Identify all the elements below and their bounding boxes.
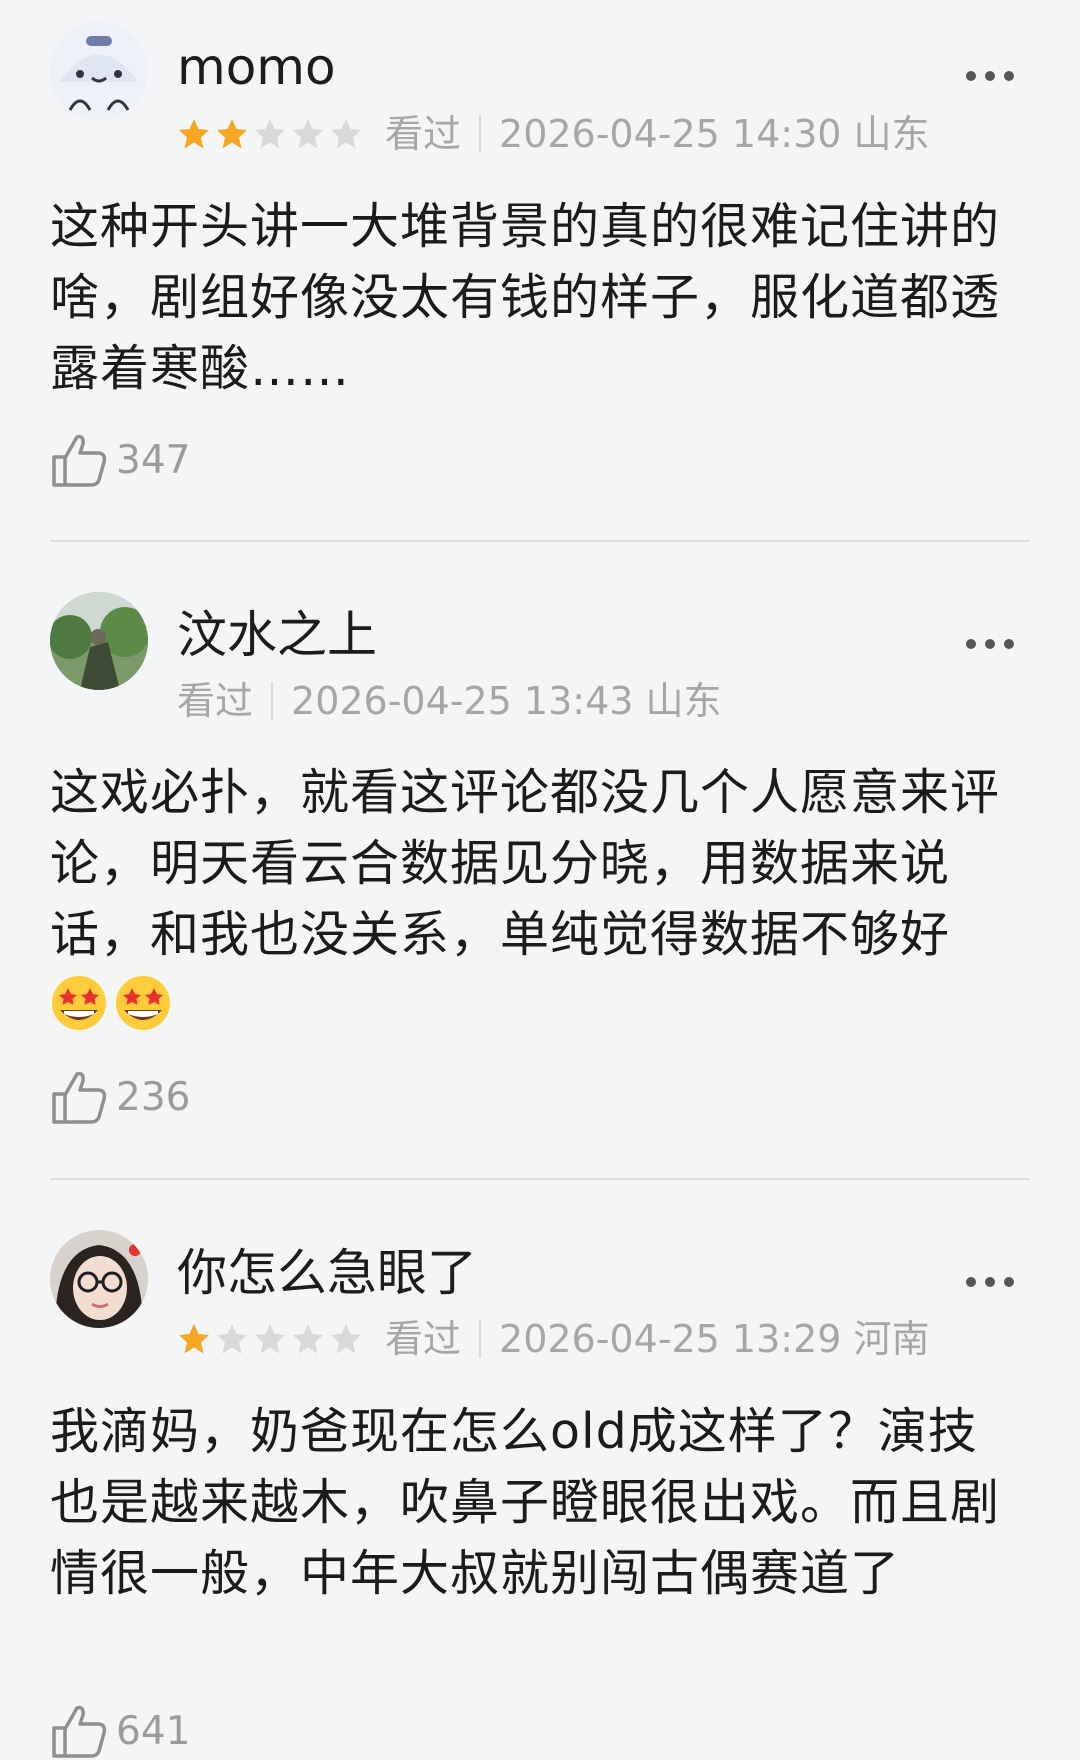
review-card: momo 看过 2026-04-25 14:30 山东 这种开头讲一大堆背景的真…	[0, 0, 1080, 540]
star-filled-icon	[217, 119, 247, 149]
review-card: 汶水之上 看过 2026-04-25 13:43 山东 这戏必扑，就看这评论都没…	[0, 542, 1080, 1178]
watch-status: 看过	[177, 679, 254, 723]
review-meta: 看过 2026-04-25 13:43 山东	[177, 682, 722, 720]
star-struck-emoji-icon	[52, 976, 106, 1030]
like-count: 236	[116, 1074, 191, 1120]
watch-status: 看过	[385, 1317, 462, 1361]
star-filled-icon	[179, 1324, 209, 1354]
star-empty-icon	[255, 119, 285, 149]
review-card: 你怎么急眼了 看过 2026-04-25 13:29 河南 我滴妈，奶爸现在怎么…	[0, 1180, 1080, 1758]
star-empty-icon	[255, 1324, 285, 1354]
review-datetime: 2026-04-25 13:43	[291, 679, 634, 723]
cartoon-face-avatar-icon	[50, 22, 148, 120]
star-rating	[177, 117, 363, 151]
review-meta: 看过 2026-04-25 13:29 河南	[177, 1320, 930, 1358]
star-empty-icon	[331, 119, 361, 149]
username[interactable]: 汶水之上	[177, 610, 377, 660]
review-datetime: 2026-04-25 14:30	[499, 112, 842, 156]
thumbs-up-icon	[52, 1071, 107, 1124]
review-text: 这戏必扑，就看这评论都没几个人愿意来评论，明天看云合数据见分晓，用数据来说话，和…	[50, 757, 1010, 1041]
review-meta: 看过 2026-04-25 14:30 山东	[177, 115, 930, 153]
username[interactable]: momo	[177, 42, 336, 92]
more-options-icon[interactable]	[966, 1276, 1014, 1288]
more-options-icon[interactable]	[966, 638, 1014, 650]
meta-divider	[479, 115, 482, 153]
avatar[interactable]	[50, 1230, 148, 1328]
like-button[interactable]: 641	[50, 1702, 190, 1760]
review-text: 这种开头讲一大堆背景的真的很难记住讲的啥，剧组好像没太有钱的样子，服化道都透露着…	[50, 198, 1001, 397]
username[interactable]: 你怎么急眼了	[177, 1248, 477, 1298]
review-text-content: 这戏必扑，就看这评论都没几个人愿意来评论，明天看云合数据见分晓，用数据来说话，和…	[50, 764, 1001, 963]
review-datetime: 2026-04-25 13:29	[499, 1317, 842, 1361]
avatar[interactable]	[50, 22, 148, 120]
girl-photo-avatar-icon	[50, 1230, 148, 1328]
like-count: 347	[116, 437, 191, 483]
like-count: 641	[116, 1708, 191, 1754]
star-filled-icon	[179, 119, 209, 149]
meta-divider	[479, 1320, 482, 1358]
review-location: 山东	[853, 112, 930, 156]
meta-divider	[271, 682, 274, 720]
watch-status: 看过	[385, 112, 462, 156]
star-empty-icon	[293, 1324, 323, 1354]
star-rating	[177, 1322, 363, 1356]
avatar[interactable]	[50, 592, 148, 690]
star-empty-icon	[217, 1324, 247, 1354]
star-empty-icon	[331, 1324, 361, 1354]
star-empty-icon	[293, 119, 323, 149]
photo-avatar-icon	[50, 592, 148, 690]
review-location: 河南	[853, 1317, 930, 1361]
thumbs-up-icon	[52, 1705, 107, 1758]
like-button[interactable]: 347	[50, 431, 190, 489]
review-text: 我滴妈，奶爸现在怎么old成这样了？演技也是越来越木，吹鼻子瞪眼很出戏。而且剧情…	[50, 1403, 1001, 1602]
like-button[interactable]: 236	[50, 1068, 190, 1126]
review-location: 山东	[645, 679, 722, 723]
thumbs-up-icon	[52, 434, 107, 487]
star-struck-emoji-icon	[116, 976, 170, 1030]
more-options-icon[interactable]	[966, 70, 1014, 82]
